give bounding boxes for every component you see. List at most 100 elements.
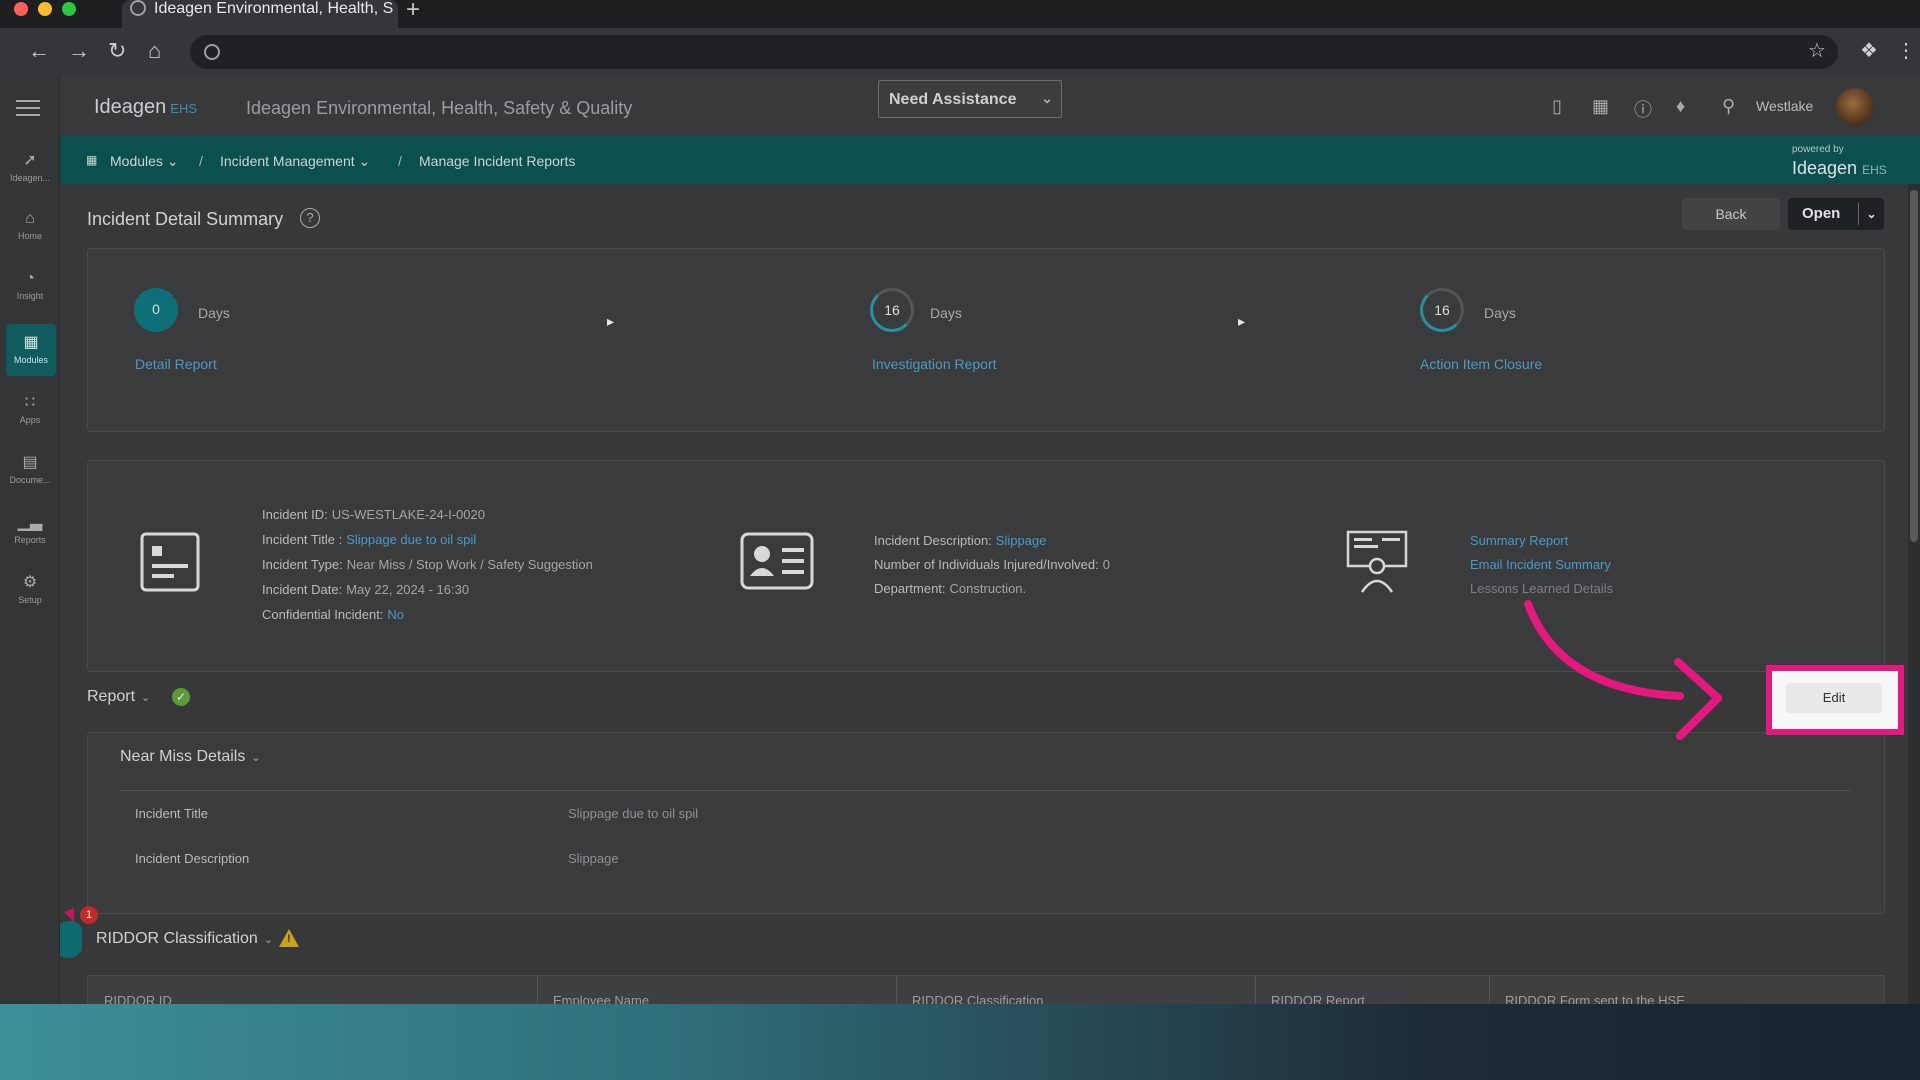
browser-menu-icon[interactable]: ⋮ xyxy=(1896,38,1916,63)
incident-description: Incident Description: Slippage xyxy=(874,533,1047,548)
browser-tab[interactable]: Ideagen Environmental, Health, S xyxy=(122,0,398,28)
rail-item-modules[interactable]: ▦ Modules xyxy=(6,324,56,376)
step-arrow-icon: ▸ xyxy=(1238,313,1246,329)
chevron-down-icon[interactable]: ⌄ xyxy=(1858,203,1884,225)
document-icon xyxy=(140,532,200,592)
minimize-window-icon[interactable] xyxy=(38,2,52,16)
check-circle-icon: ✓ xyxy=(172,688,190,706)
browser-toolbar: ← → ↻ ⌂ ☆ ❖ ⋮ xyxy=(0,28,1920,76)
step-progress-circle: 16 xyxy=(870,288,914,332)
individuals-injured: Number of Individuals Injured/Involved: 0 xyxy=(874,557,1110,572)
lessons-learned-link[interactable]: Lessons Learned Details xyxy=(1470,581,1613,596)
grid-icon: ▦ xyxy=(86,153,98,167)
email-incident-summary-link[interactable]: Email Incident Summary xyxy=(1470,557,1611,572)
riddor-classification-toggle[interactable]: RIDDOR Classification ⌄ xyxy=(96,930,273,948)
rail-item-setup[interactable]: ⚙ Setup xyxy=(0,572,60,605)
near-miss-card xyxy=(87,732,1885,914)
location-name[interactable]: Westlake xyxy=(1756,98,1813,114)
warning-triangle-icon: ! xyxy=(279,929,299,947)
incident-type: Incident Type: Near Miss / Stop Work / Sa… xyxy=(262,557,593,572)
detail-value: Slippage xyxy=(568,851,619,866)
bookmark-star-icon[interactable]: ☆ xyxy=(1808,38,1826,63)
powered-by-logo: Ideagen EHS xyxy=(1792,158,1887,178)
tab-title: Ideagen Environmental, Health, S xyxy=(154,0,394,17)
column-separator xyxy=(1255,976,1256,1004)
breadcrumb-incident-management[interactable]: Incident Management ⌄ xyxy=(220,153,370,170)
breadcrumb-current: Manage Incident Reports xyxy=(419,153,576,169)
apps-icon: ∷ xyxy=(24,394,36,411)
breadcrumb-modules[interactable]: Modules ⌄ xyxy=(110,153,179,170)
setup-icon: ⚙ xyxy=(22,574,38,591)
presentation-icon xyxy=(1346,530,1408,593)
annotation-arrow xyxy=(1524,600,1722,740)
chevron-down-icon: ⌄ xyxy=(251,752,261,764)
home-icon[interactable]: ⌂ xyxy=(148,38,161,64)
chevron-down-icon: ⌄ xyxy=(263,934,274,946)
user-avatar[interactable] xyxy=(1836,88,1874,126)
site-info-icon[interactable] xyxy=(204,44,220,60)
document-icon: ▤ xyxy=(22,454,38,471)
incident-date: Incident Date: May 22, 2024 - 16:30 xyxy=(262,582,470,597)
rail-item-reports[interactable]: ▁▃ Reports xyxy=(0,512,60,545)
step-days-label: Days xyxy=(1484,305,1516,321)
chevron-down-icon: ⌄ xyxy=(1041,90,1053,106)
rail-item-apps[interactable]: ∷ Apps xyxy=(0,392,60,425)
help-circle-icon[interactable]: ⓘ xyxy=(1634,96,1652,122)
forward-arrow-icon[interactable]: → xyxy=(68,38,90,64)
step-progress-circle: 0 xyxy=(134,288,178,332)
back-arrow-icon[interactable]: ← xyxy=(28,38,50,64)
step-progress-circle: 16 xyxy=(1420,288,1464,332)
new-tab-button[interactable]: + xyxy=(406,0,420,24)
step-link-detail-report[interactable]: Detail Report xyxy=(135,356,217,372)
open-status-button[interactable]: Open ⌄ xyxy=(1788,198,1884,230)
bell-icon[interactable]: ♦ xyxy=(1676,96,1685,117)
close-window-icon[interactable] xyxy=(14,2,28,16)
reports-icon: ▁▃ xyxy=(17,514,43,531)
mobile-icon[interactable]: ▯ xyxy=(1552,96,1562,117)
help-icon[interactable]: ? xyxy=(300,208,320,228)
bottom-background-band xyxy=(0,1004,1920,1080)
step-days-label: Days xyxy=(930,305,962,321)
id-card-icon xyxy=(740,532,814,590)
powered-by-label: powered by xyxy=(1792,144,1844,155)
column-separator xyxy=(537,976,538,1004)
department: Department: Construction. xyxy=(874,581,1027,596)
edit-button[interactable]: Edit xyxy=(1786,683,1882,713)
step-link-action-item-closure[interactable]: Action Item Closure xyxy=(1420,356,1542,372)
divider xyxy=(120,790,1850,791)
incident-id: Incident ID: US-WESTLAKE-24-I-0020 xyxy=(262,507,485,522)
extensions-puzzle-icon[interactable]: ❖ xyxy=(1860,38,1878,63)
near-miss-details-toggle[interactable]: Near Miss Details ⌄ xyxy=(120,748,261,766)
incident-title: Incident Title : Slippage due to oil spil xyxy=(262,532,477,547)
rail-item-documents[interactable]: ▤ Docume... xyxy=(0,452,60,485)
rail-item-insight[interactable]: ◔ Insight xyxy=(0,270,60,301)
column-separator xyxy=(1489,976,1490,1004)
detail-label: Incident Description xyxy=(135,851,250,866)
rail-item-home[interactable]: ⌂ Home xyxy=(0,210,60,241)
need-assistance-dropdown[interactable]: Need Assistance ⌄ xyxy=(878,80,1062,118)
back-button[interactable]: Back xyxy=(1682,198,1780,230)
maximize-window-icon[interactable] xyxy=(62,2,76,16)
summary-report-link[interactable]: Summary Report xyxy=(1470,533,1568,548)
scrollbar-thumb[interactable] xyxy=(1910,190,1918,542)
breadcrumb-separator: / xyxy=(199,153,203,169)
progress-card xyxy=(87,248,1885,432)
hamburger-menu-icon[interactable] xyxy=(16,100,40,116)
calendar-icon[interactable]: ▦ xyxy=(1592,96,1609,117)
rail-item-ideagen[interactable]: ➚ Ideagen... xyxy=(0,150,60,183)
app-title: Ideagen Environmental, Health, Safety & … xyxy=(246,98,633,118)
detail-label: Incident Title xyxy=(135,806,208,821)
modules-icon: ▦ xyxy=(23,334,39,351)
report-section-toggle[interactable]: Report ⌄ xyxy=(87,688,150,706)
incident-title-link[interactable]: Slippage due to oil spil xyxy=(346,532,476,547)
column-separator xyxy=(896,976,897,1004)
notification-count-badge: 1 xyxy=(80,906,98,924)
home-icon: ⌂ xyxy=(25,210,35,227)
insight-icon: ◔ xyxy=(25,270,35,287)
ideagen-logo[interactable]: Ideagen EHS xyxy=(94,96,197,119)
reload-icon[interactable]: ↻ xyxy=(108,38,126,64)
step-days-label: Days xyxy=(198,305,230,321)
address-bar[interactable] xyxy=(190,35,1838,69)
location-pin-icon[interactable]: ⚲ xyxy=(1722,96,1735,117)
step-link-investigation-report[interactable]: Investigation Report xyxy=(872,356,997,372)
